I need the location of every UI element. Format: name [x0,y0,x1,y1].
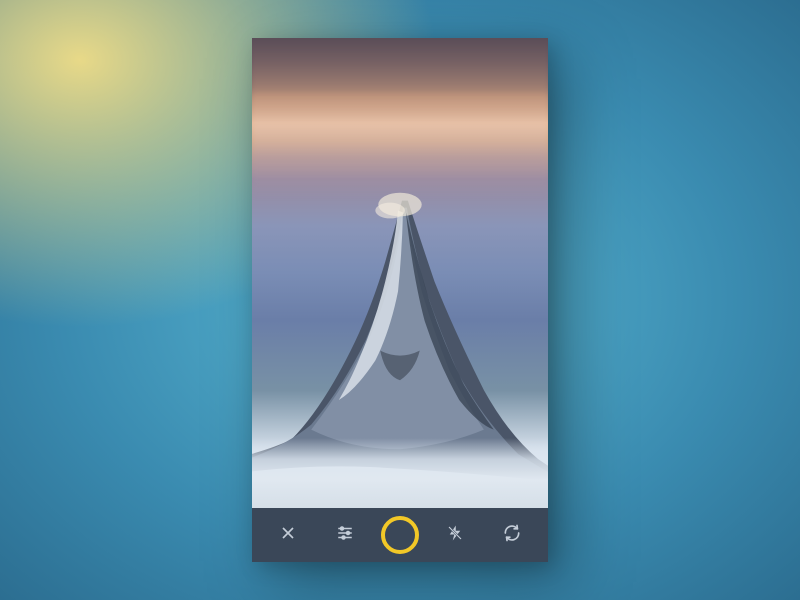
foreground-snow [252,438,548,509]
shutter-button[interactable] [381,516,419,554]
camera-app-frame [252,38,548,562]
camera-toolbar [252,508,548,562]
sliders-icon [336,524,354,547]
camera-viewfinder[interactable] [252,38,548,508]
switch-camera-button[interactable] [492,515,532,555]
settings-button[interactable] [325,515,365,555]
flash-off-icon [446,524,464,547]
close-button[interactable] [268,515,308,555]
close-icon [278,523,298,548]
refresh-icon [502,523,522,548]
flash-button[interactable] [435,515,475,555]
